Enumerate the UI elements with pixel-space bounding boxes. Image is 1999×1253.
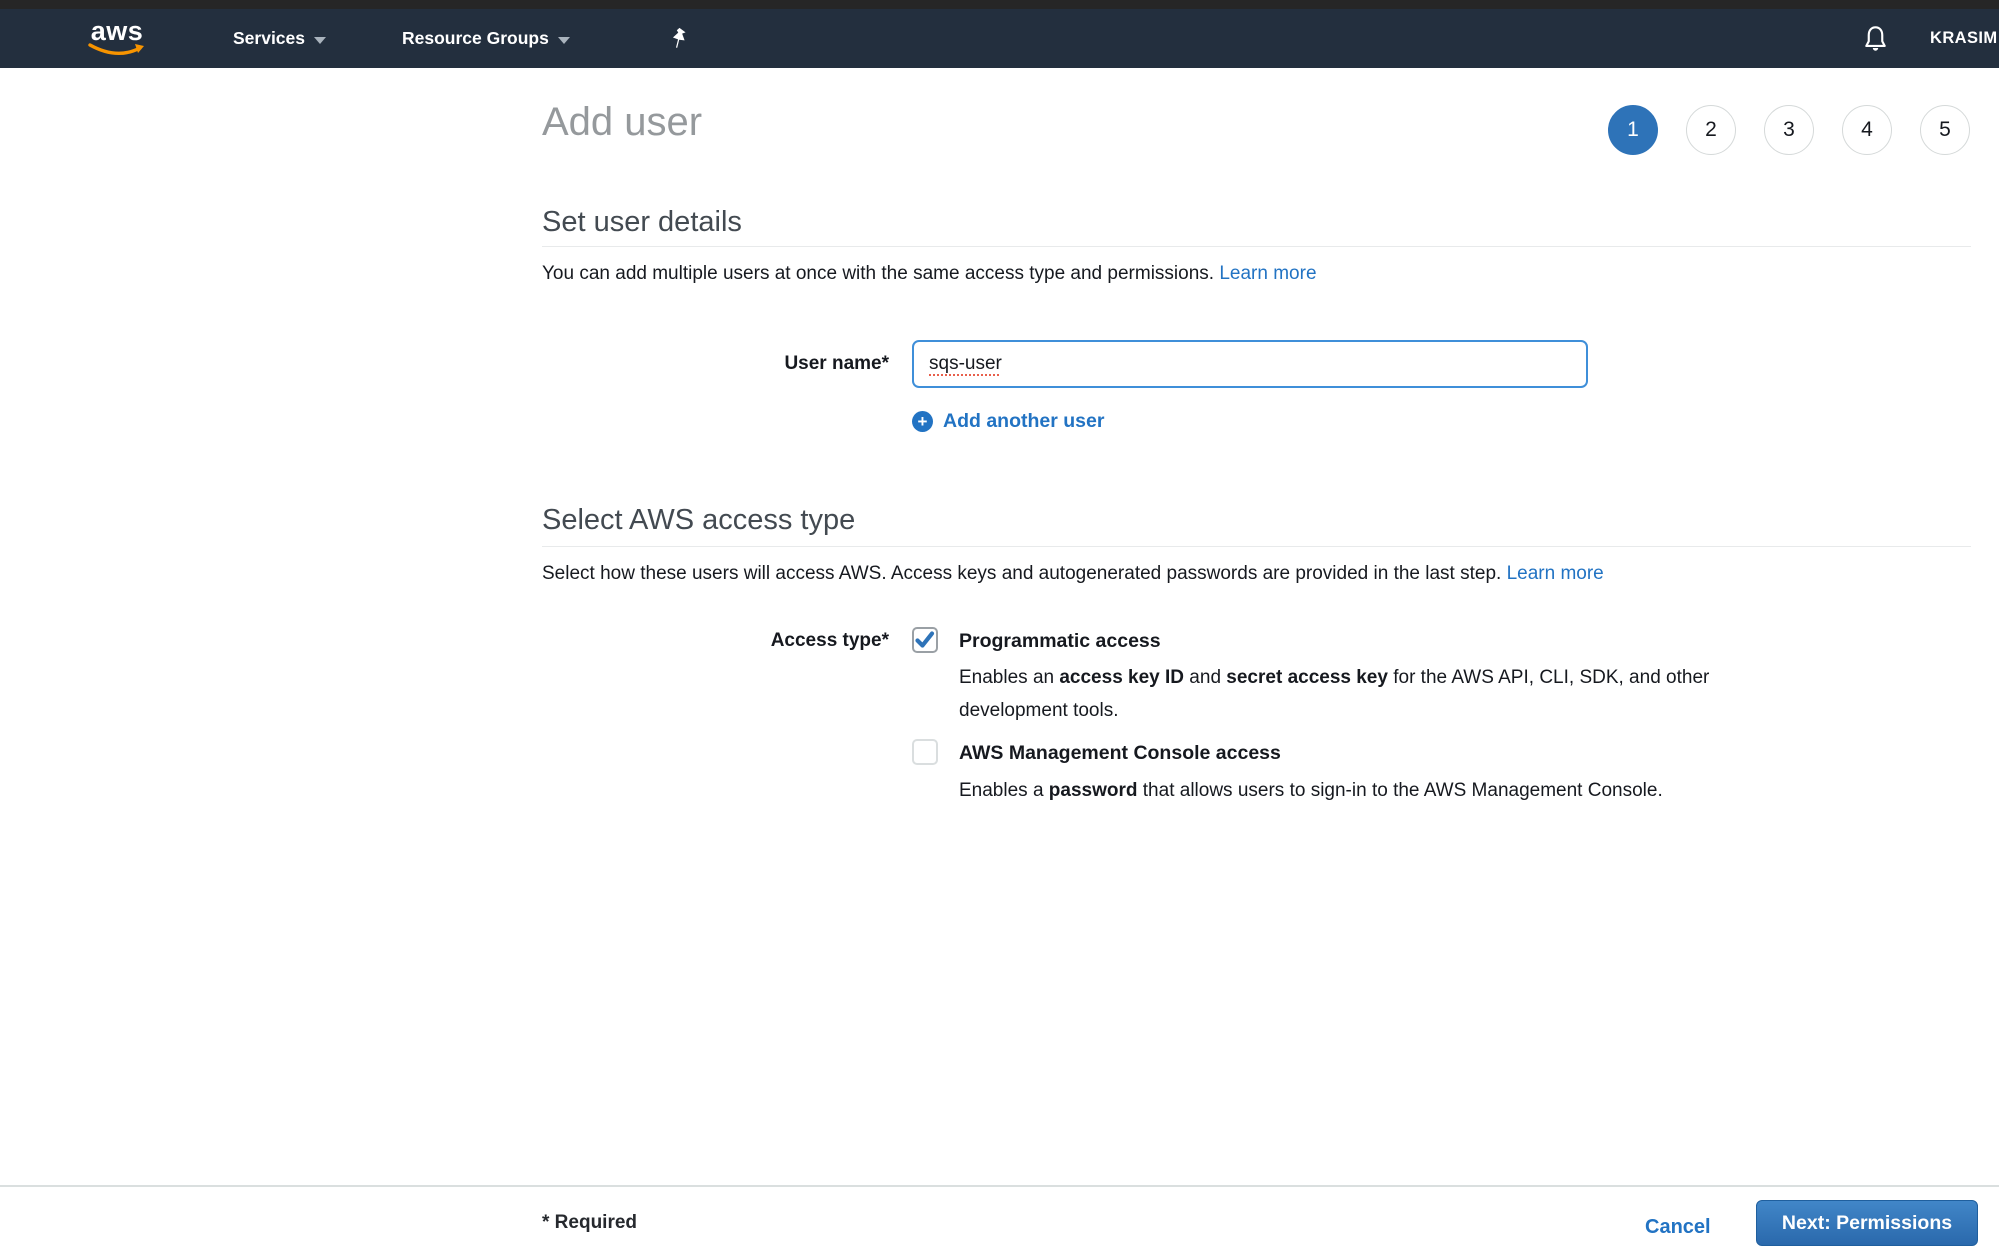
section-divider [542, 546, 1971, 547]
access-type-label: Access type* [542, 630, 889, 652]
programmatic-access-description: Enables an access key ID and secret acce… [959, 661, 1769, 727]
section-divider [542, 246, 1971, 247]
user-name-input[interactable]: sqs-user [912, 340, 1588, 388]
aws-logo[interactable]: aws [88, 9, 146, 68]
page-title: Add user [542, 100, 702, 145]
plus-circle-icon: + [912, 411, 933, 432]
desc-bold: access key ID [1059, 667, 1184, 688]
programmatic-access-title: Programmatic access [959, 630, 1161, 653]
pushpin-icon [668, 27, 690, 51]
desc-bold: password [1049, 780, 1138, 801]
chevron-down-icon [314, 37, 326, 44]
desc-text: Enables a [959, 780, 1049, 801]
user-name-label: User name* [542, 353, 889, 375]
desc-bold: secret access key [1226, 667, 1388, 688]
cancel-button[interactable]: Cancel [1645, 1216, 1711, 1239]
nav-services[interactable]: Services [233, 9, 326, 68]
programmatic-access-checkbox[interactable] [912, 627, 938, 653]
wizard-steps: 1 2 3 4 5 [1608, 105, 1970, 155]
wizard-step-2[interactable]: 2 [1686, 105, 1736, 155]
console-access-title: AWS Management Console access [959, 742, 1281, 765]
account-menu-label: KRASIM [1930, 29, 1997, 48]
user-details-description: You can add multiple users at once with … [542, 263, 1317, 285]
checkmark-icon [914, 630, 936, 650]
nav-resource-groups-label: Resource Groups [402, 28, 549, 49]
pin-button[interactable] [668, 9, 690, 68]
user-details-heading: Set user details [542, 206, 742, 239]
navbar: aws Services Resource Groups KRASIM [0, 9, 1999, 68]
bell-icon [1862, 24, 1889, 54]
footer-divider [0, 1185, 1999, 1187]
access-type-heading: Select AWS access type [542, 504, 855, 537]
wizard-step-3[interactable]: 3 [1764, 105, 1814, 155]
add-another-user-label: Add another user [943, 410, 1104, 433]
next-permissions-button[interactable]: Next: Permissions [1756, 1200, 1978, 1246]
desc-text: that allows users to sign-in to the AWS … [1138, 780, 1663, 801]
nav-services-label: Services [233, 28, 305, 49]
wizard-step-5[interactable]: 5 [1920, 105, 1970, 155]
browser-top-strip [0, 0, 1999, 9]
wizard-step-4[interactable]: 4 [1842, 105, 1892, 155]
user-name-value: sqs-user [929, 353, 1002, 375]
aws-logo-text: aws [91, 20, 144, 42]
desc-text: Enables an [959, 667, 1059, 688]
add-user-page: Add user 1 2 3 4 5 Set user details You … [0, 68, 1999, 1253]
aws-smile-icon [88, 42, 146, 58]
console-access-description: Enables a password that allows users to … [959, 774, 1769, 807]
user-details-description-text: You can add multiple users at once with … [542, 263, 1219, 284]
learn-more-link[interactable]: Learn more [1507, 563, 1604, 584]
required-note: * Required [542, 1212, 637, 1234]
chevron-down-icon [558, 37, 570, 44]
desc-text: and [1184, 667, 1226, 688]
nav-resource-groups[interactable]: Resource Groups [402, 9, 570, 68]
add-another-user-button[interactable]: + Add another user [912, 410, 1104, 433]
notifications-button[interactable] [1862, 9, 1889, 68]
wizard-step-1[interactable]: 1 [1608, 105, 1658, 155]
console-access-checkbox[interactable] [912, 739, 938, 765]
access-type-description: Select how these users will access AWS. … [542, 563, 1604, 585]
access-type-description-text: Select how these users will access AWS. … [542, 563, 1507, 584]
account-menu[interactable]: KRASIM [1930, 9, 1997, 68]
learn-more-link[interactable]: Learn more [1219, 263, 1316, 284]
